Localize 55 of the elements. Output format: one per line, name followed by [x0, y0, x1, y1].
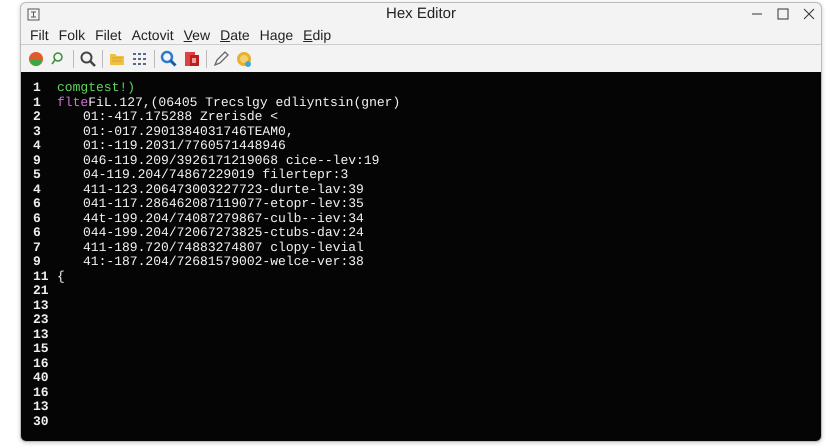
code-line: comgtest!) [57, 81, 136, 96]
line-number: 6 [33, 226, 42, 240]
code-line: 01:-119.2031/7760571448946 [82, 139, 286, 154]
line-number: 13 [33, 298, 50, 313]
line-number: 7 [33, 240, 42, 255]
code-line: 041-117.286462087119077-etopr-lev:35 [82, 197, 364, 212]
line-number: 13 [33, 328, 50, 342]
close-icon[interactable] [803, 8, 815, 20]
line-number: 11 [33, 270, 50, 284]
search-icon[interactable] [160, 50, 178, 68]
line-number: 5 [33, 168, 42, 182]
code-line: 411-189.720/74883274807 clopy-levial [82, 240, 364, 255]
menu-item[interactable]: Actovit [132, 28, 174, 42]
line-number: 1 [33, 96, 42, 110]
code-line: 046-119.209/3926171219068 cice--lev:19 [82, 154, 380, 168]
line-number: 40 [33, 371, 50, 386]
line-number: 15 [33, 342, 50, 356]
menu-item[interactable]: Date [220, 28, 250, 42]
code-line: 044-199.204/72067273825-ctubs-dav:24 [82, 226, 364, 240]
maximize-icon[interactable] [777, 8, 789, 20]
line-number: 1 [33, 81, 42, 96]
line-number: 2 [33, 110, 42, 124]
code-line: 04-119.204/74867229019 filertepr:3 [82, 168, 348, 182]
line-number: 30 [33, 414, 50, 429]
code-line: { [57, 270, 65, 284]
code-line: 01:-017.2901384031746TEAM0, [82, 124, 294, 139]
line-number: 3 [33, 124, 42, 139]
menu-item[interactable]: Hage [260, 28, 294, 42]
line-number: 16 [33, 386, 50, 400]
menu-item[interactable]: Filt [30, 28, 49, 42]
line-number: 13 [33, 400, 50, 414]
menu-item[interactable]: Vew [184, 28, 210, 42]
line-number: 6 [33, 212, 42, 226]
line-number: 16 [33, 356, 50, 371]
line-number: 21 [33, 284, 50, 298]
document-icon[interactable] [183, 50, 201, 68]
menu-item[interactable]: Edip [303, 28, 332, 42]
code-line: 01:-417.175288 Zrerisde < [82, 110, 278, 124]
search-icon[interactable] [79, 50, 97, 68]
window-title: Hex Editor [386, 4, 456, 24]
line-number: 4 [33, 139, 42, 154]
code-line: 44t-199.204/74087279867-culb--iev:34 [82, 212, 364, 226]
line-number: 9 [33, 255, 42, 270]
menu-item[interactable]: Folk [58, 28, 86, 42]
app-icon [27, 8, 40, 20]
line-number: 9 [33, 154, 42, 168]
line-number: 4 [33, 182, 42, 197]
menu-item[interactable]: Filet [95, 28, 122, 42]
pen-icon[interactable] [212, 50, 230, 68]
code-line: 411-123.206473003227723-durte-lav:39 [82, 182, 364, 197]
line-number: 23 [33, 313, 50, 328]
circle-icon[interactable] [27, 50, 45, 68]
line-number: 6 [33, 197, 42, 212]
code-line: flteFiL.127,(06405 Trecslgy edliyntsin(gner) [57, 96, 400, 110]
code-line: 41:-187.204/72681579002-welce-ver:38 [82, 255, 364, 270]
